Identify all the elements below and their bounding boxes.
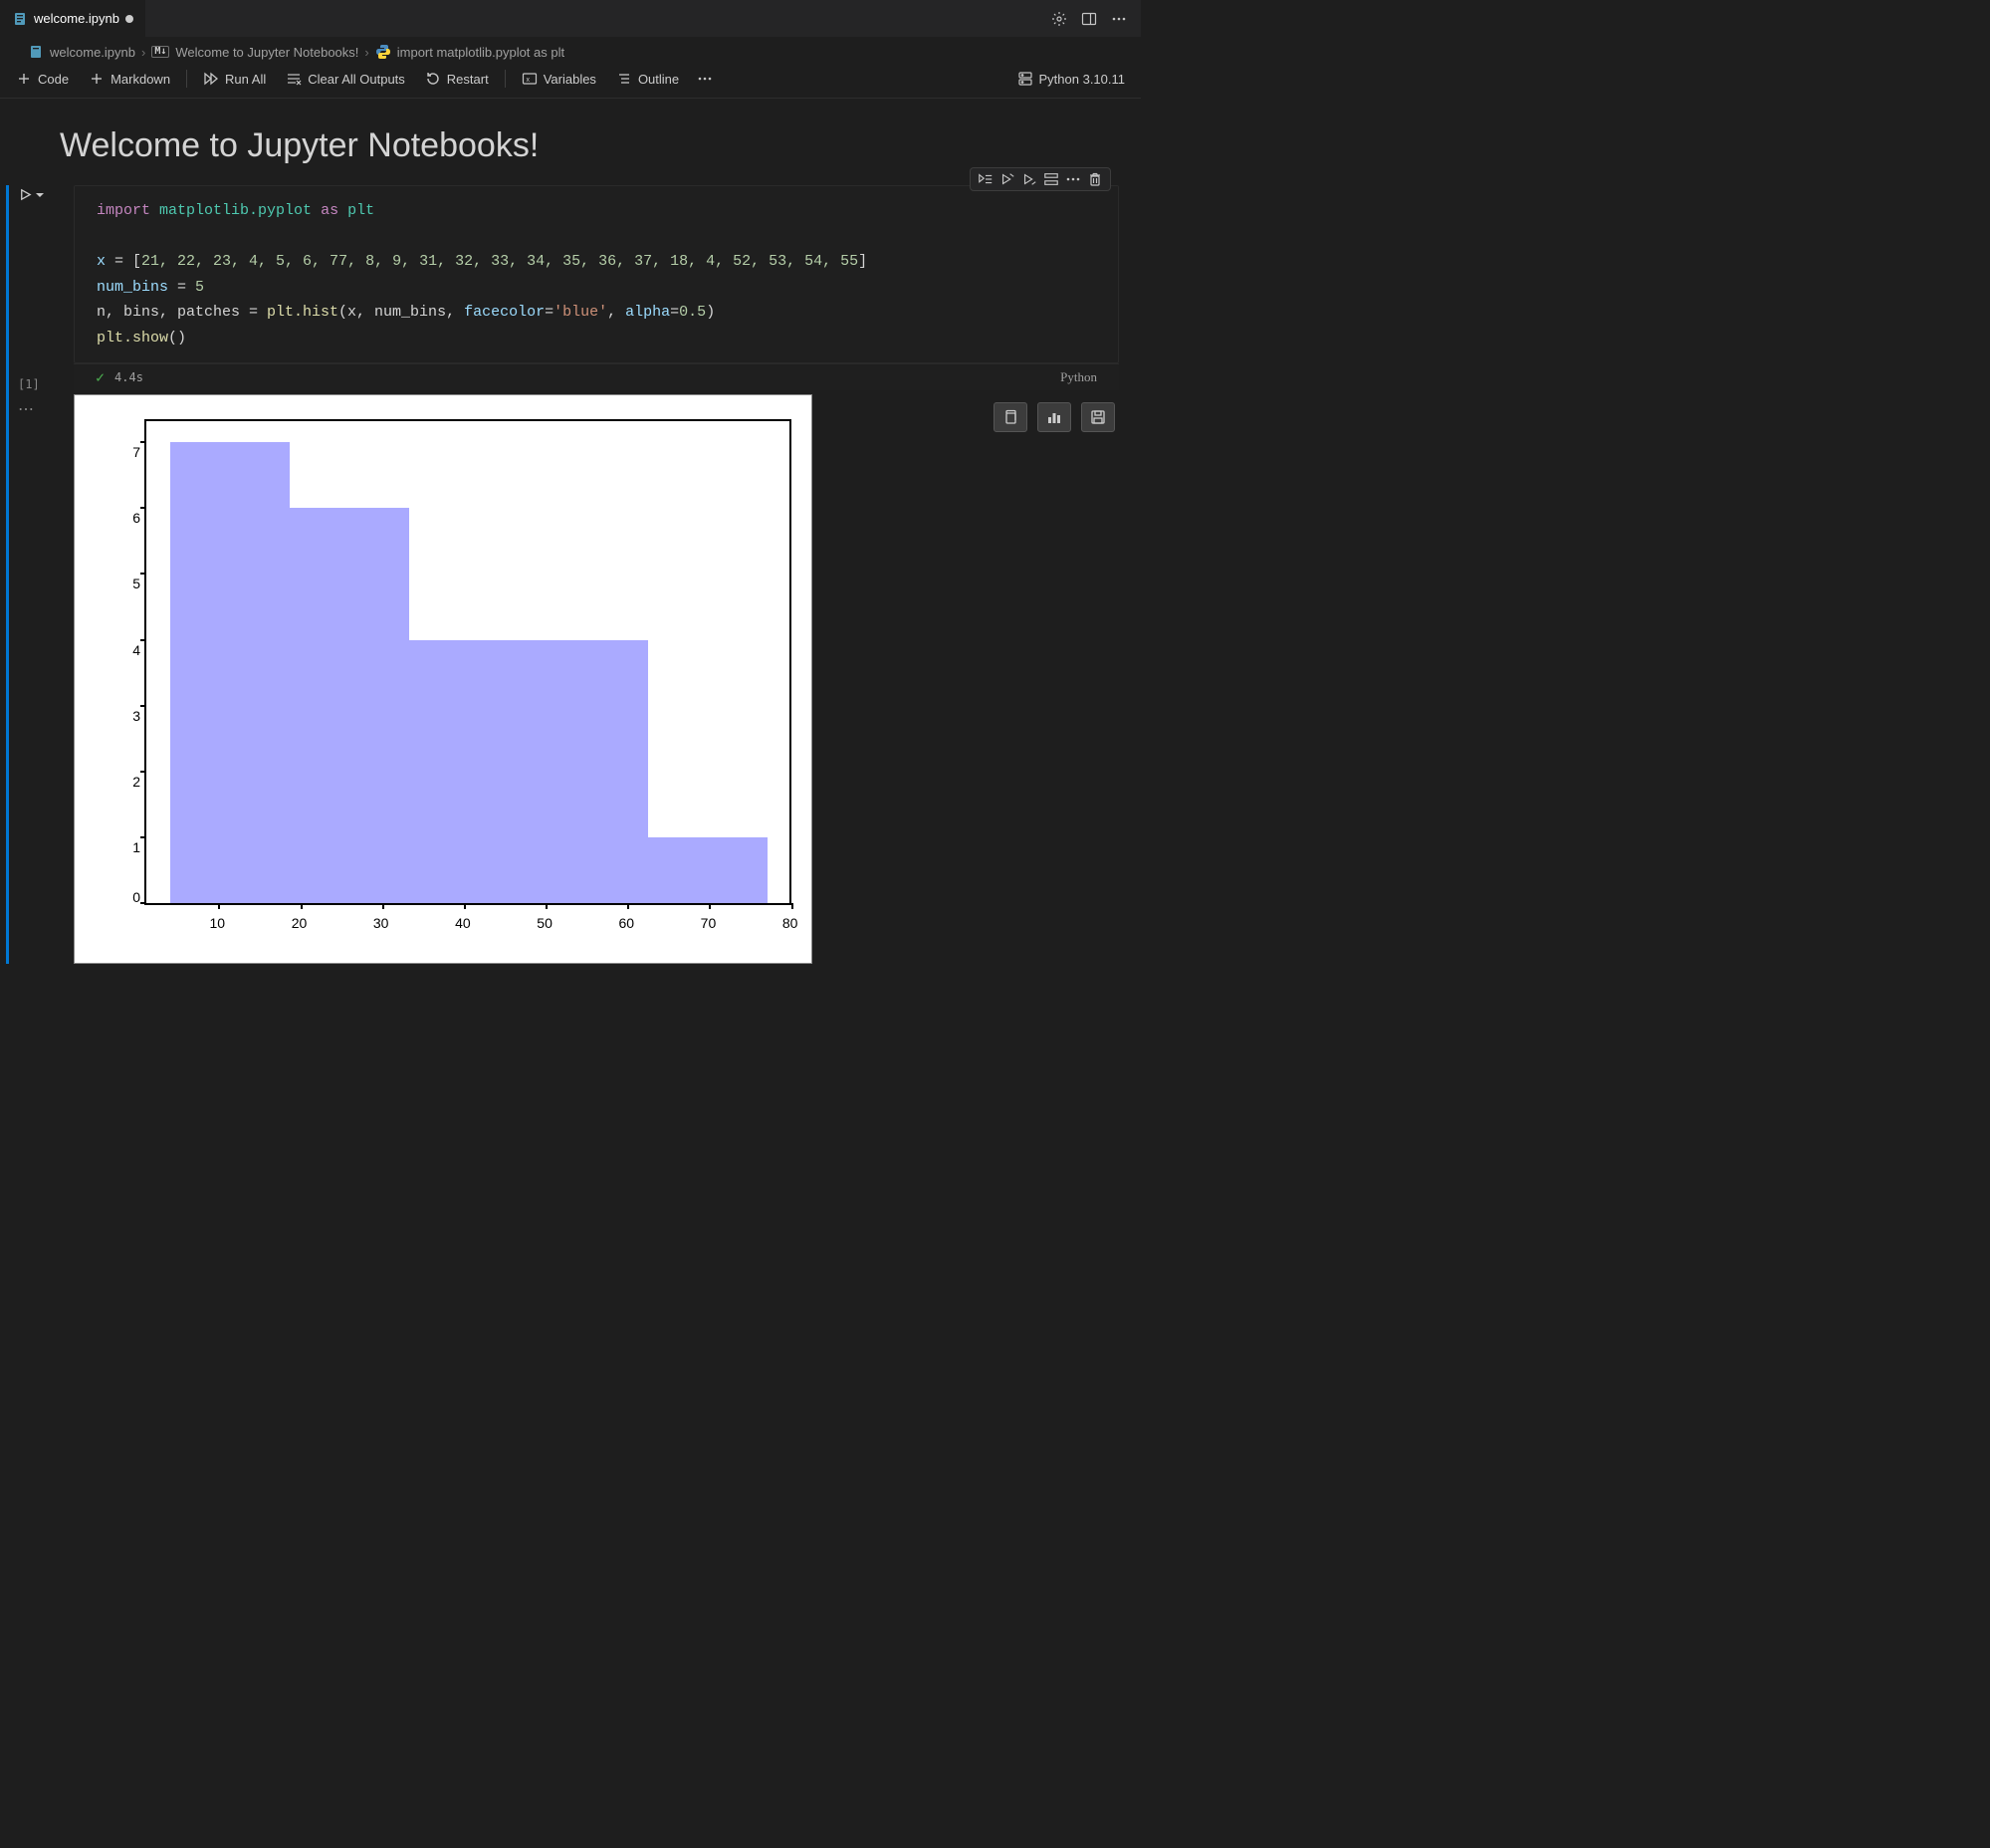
toolbar-label: Outline (638, 72, 679, 87)
notebook-body: Welcome to Jupyter Notebooks! [1] ⋯ impo… (0, 99, 1141, 984)
variables-button[interactable]: x Variables (514, 68, 604, 90)
tab-bar-actions (1051, 0, 1141, 37)
toolbar-label: Code (38, 72, 69, 87)
histogram-bar (529, 640, 648, 903)
execution-time: 4.4s (114, 370, 143, 384)
svg-text:x: x (526, 77, 530, 84)
y-axis-ticks: 01234567 (122, 419, 142, 905)
restart-button[interactable]: Restart (417, 68, 497, 90)
cell-toolbar (970, 167, 1111, 191)
more-icon[interactable] (697, 71, 713, 87)
server-icon (1017, 71, 1033, 87)
toolbar-label: Variables (544, 72, 596, 87)
cell-body: import matplotlib.pyplot as plt x = [21,… (74, 185, 1119, 964)
outline-button[interactable]: Outline (608, 68, 687, 90)
toolbar-label: Run All (225, 72, 266, 87)
delete-icon[interactable] (1086, 170, 1104, 188)
add-code-button[interactable]: Code (8, 68, 77, 90)
plus-icon (16, 71, 32, 87)
execution-count: [1] (18, 202, 70, 391)
kernel-selector[interactable]: Python 3.10.11 (1009, 68, 1134, 90)
plus-icon (89, 71, 105, 87)
add-markdown-button[interactable]: Markdown (81, 68, 178, 90)
clear-outputs-button[interactable]: Clear All Outputs (278, 68, 413, 90)
clear-icon (286, 71, 302, 87)
split-panel-icon[interactable] (1081, 11, 1097, 27)
breadcrumb: welcome.ipynb › M↓ Welcome to Jupyter No… (0, 38, 1141, 64)
chevron-right-icon: › (364, 45, 368, 60)
cell-language[interactable]: Python (1060, 369, 1097, 385)
histogram-bar (409, 640, 529, 903)
breadcrumb-section[interactable]: Welcome to Jupyter Notebooks! (175, 45, 358, 60)
copy-output-button[interactable] (994, 402, 1027, 432)
toolbar-label: Clear All Outputs (308, 72, 405, 87)
toolbar-label: Markdown (111, 72, 170, 87)
outline-icon (616, 71, 632, 87)
x-axis-ticks: 1020304050607080 (144, 915, 791, 933)
separator (505, 70, 506, 88)
tab-filename: welcome.ipynb (34, 11, 119, 26)
execute-above-icon[interactable] (998, 170, 1016, 188)
notebook-toolbar: Code Markdown Run All Clear All Outputs … (0, 64, 1141, 99)
output-more-icon[interactable]: ⋯ (18, 391, 70, 419)
cell-gutter: [1] ⋯ (18, 185, 70, 419)
markdown-icon: M↓ (151, 46, 169, 58)
run-by-line-icon[interactable] (977, 170, 995, 188)
more-icon[interactable] (1064, 170, 1082, 188)
execute-below-icon[interactable] (1020, 170, 1038, 188)
variables-icon: x (522, 71, 538, 87)
more-icon[interactable] (1111, 11, 1127, 27)
notebook-file-icon (12, 11, 28, 27)
success-check-icon: ✓ (96, 368, 105, 386)
python-icon (375, 44, 391, 60)
save-output-button[interactable] (1081, 402, 1115, 432)
kernel-label: Python 3.10.11 (1039, 72, 1126, 87)
gear-icon[interactable] (1051, 11, 1067, 27)
cell-output: 01234567 1020304050607080 (74, 394, 1119, 964)
dirty-indicator-icon (125, 15, 133, 23)
plot-frame (144, 419, 791, 905)
code-editor[interactable]: import matplotlib.pyplot as plt x = [21,… (74, 185, 1119, 363)
separator (186, 70, 187, 88)
histogram-bar (290, 508, 409, 903)
toolbar-label: Restart (447, 72, 489, 87)
run-all-icon (203, 71, 219, 87)
tab-bar: welcome.ipynb (0, 0, 1141, 38)
histogram-bar (170, 442, 290, 903)
chart-output-button[interactable] (1037, 402, 1071, 432)
split-cell-icon[interactable] (1042, 170, 1060, 188)
breadcrumb-cell[interactable]: import matplotlib.pyplot as plt (397, 45, 564, 60)
run-all-button[interactable]: Run All (195, 68, 274, 90)
cell-status-bar: ✓ 4.4s Python (74, 363, 1119, 390)
output-actions (994, 402, 1115, 432)
restart-icon (425, 71, 441, 87)
histogram-chart: 01234567 1020304050607080 (74, 394, 812, 964)
breadcrumb-file[interactable]: welcome.ipynb (50, 45, 135, 60)
editor-tab[interactable]: welcome.ipynb (0, 0, 146, 37)
chevron-right-icon: › (141, 45, 145, 60)
notebook-file-icon (28, 44, 44, 60)
code-cell: [1] ⋯ import matplotlib.pyplot as plt x … (0, 185, 1141, 964)
run-cell-button[interactable] (18, 185, 70, 202)
focus-indicator (6, 185, 9, 964)
histogram-bar (648, 837, 768, 903)
